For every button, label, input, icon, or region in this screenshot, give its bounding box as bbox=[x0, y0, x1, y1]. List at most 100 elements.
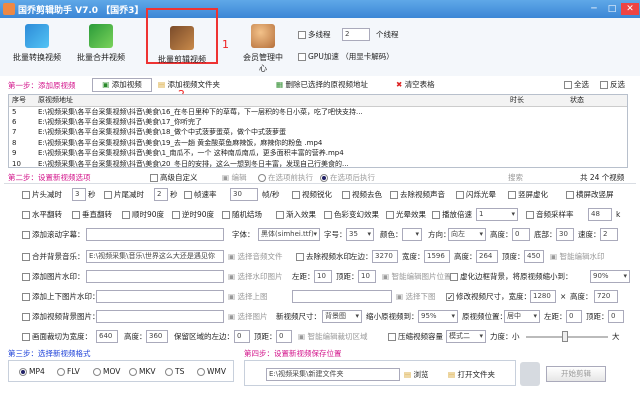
optimize-option[interactable]: 视频锐化 bbox=[292, 188, 332, 201]
format-wmv[interactable]: WMV bbox=[197, 365, 226, 378]
wm-top-input[interactable]: 450 bbox=[524, 250, 544, 263]
choose-bottom-img-button[interactable]: ▣ 选择下图 bbox=[396, 290, 435, 303]
flash-option[interactable]: 闪烁光晕 bbox=[456, 188, 496, 201]
flash-checkbox[interactable] bbox=[456, 191, 464, 199]
format-mov[interactable]: MOV bbox=[93, 365, 120, 378]
hflip-option[interactable]: 水平翻转 bbox=[22, 208, 62, 221]
hflip-checkbox[interactable] bbox=[22, 211, 30, 219]
exec-after-radio[interactable] bbox=[320, 174, 328, 182]
batch-convert-button[interactable]: 批量转换视频 bbox=[8, 22, 66, 74]
fade-option[interactable]: 渐入效果 bbox=[276, 208, 316, 221]
new-height-input[interactable]: 720 bbox=[594, 290, 618, 303]
halo-checkbox[interactable] bbox=[386, 211, 394, 219]
smart-wm-button[interactable]: ▣ 智能编辑水印 bbox=[550, 250, 604, 263]
crop-height-input[interactable]: 360 bbox=[146, 330, 168, 343]
bg-music-path[interactable]: E:\视频采集\音乐\世界这么大还是遇见你 bbox=[86, 250, 224, 263]
browse-button[interactable]: ▤ 浏览 bbox=[404, 368, 428, 381]
rot90-option[interactable]: 顺时90度 bbox=[122, 208, 164, 221]
smart-img-button[interactable]: ▣ 智能编辑图片位置 bbox=[382, 270, 451, 283]
font-select[interactable]: 黑体(simhei.ttf) bbox=[258, 228, 320, 241]
img-top-input[interactable]: 10 bbox=[358, 270, 376, 283]
choose-wm-img-button[interactable]: ▣ 选择水印图片 bbox=[228, 270, 282, 283]
cut-head-input[interactable]: 3 bbox=[72, 188, 86, 201]
new-width-input[interactable]: 1280 bbox=[530, 290, 556, 303]
start-edit-button[interactable]: 开始剪辑 bbox=[546, 366, 606, 382]
remove-audio-option[interactable]: 去除视频声音 bbox=[390, 188, 445, 201]
position-select[interactable]: 居中 bbox=[504, 310, 540, 323]
batch-merge-button[interactable]: 批量合并视频 bbox=[72, 22, 130, 74]
minimize-button[interactable]: ─ bbox=[585, 3, 603, 15]
remove-wm-option[interactable]: 去除视频水印 bbox=[296, 250, 351, 263]
bg-top-input[interactable]: 0 bbox=[608, 310, 624, 323]
virtual-scale-select[interactable]: 90% bbox=[590, 270, 630, 283]
bottom-img-path[interactable] bbox=[292, 290, 392, 303]
table-row[interactable]: 5 E:\视频采集\各平台采集视频\抖音\美食\16_在冬日里种下的草莓，下一层积… bbox=[9, 106, 627, 117]
crop-option[interactable]: 画面裁切为宽度： bbox=[22, 330, 92, 343]
topbottom-img-checkbox[interactable] bbox=[22, 293, 30, 301]
member-center-button[interactable]: 会员管理中心 bbox=[240, 22, 286, 74]
color-change-option[interactable]: 色彩变幻效果 bbox=[324, 208, 379, 221]
speed-select[interactable]: 1 bbox=[476, 208, 518, 221]
format-flv-radio[interactable] bbox=[57, 368, 65, 376]
vflip-checkbox[interactable] bbox=[72, 211, 80, 219]
exec-before-radio[interactable] bbox=[258, 174, 266, 182]
add-folder-button[interactable]: ▤ 添加视频文件夹 bbox=[158, 78, 220, 91]
img-wm-checkbox[interactable] bbox=[22, 273, 30, 281]
smart-crop-button[interactable]: ▣ 智能编辑裁切区域 bbox=[298, 330, 367, 343]
rot90-checkbox[interactable] bbox=[122, 211, 130, 219]
img-wm-path[interactable] bbox=[86, 270, 224, 283]
rot-ccw90-option[interactable]: 逆时90度 bbox=[172, 208, 214, 221]
landscape-option[interactable]: 横屏改竖屏 bbox=[566, 188, 614, 201]
choose-top-img-button[interactable]: ▣ 选择上图 bbox=[228, 290, 267, 303]
invert-selection-button[interactable]: 反选 bbox=[600, 78, 625, 91]
scroll-sub-option[interactable]: 添加滚动字幕： bbox=[22, 228, 85, 241]
format-ts-radio[interactable] bbox=[165, 368, 173, 376]
format-mp4[interactable]: MP4 bbox=[19, 365, 45, 378]
gpu-option[interactable]: GPU加速 （用显卡解码） bbox=[298, 50, 394, 63]
keep-left-input[interactable]: 0 bbox=[234, 330, 250, 343]
crop-checkbox[interactable] bbox=[22, 333, 30, 341]
bg-left-input[interactable]: 0 bbox=[566, 310, 582, 323]
color-select[interactable] bbox=[402, 228, 422, 241]
advanced-checkbox[interactable] bbox=[150, 174, 158, 182]
audio-rate-input[interactable]: 48 bbox=[588, 208, 612, 221]
speed-checkbox[interactable] bbox=[432, 211, 440, 219]
wm-width-input[interactable]: 1596 bbox=[424, 250, 450, 263]
sub-height-input[interactable]: 0 bbox=[512, 228, 530, 241]
compress-mode-select[interactable]: 模式二 bbox=[446, 330, 486, 343]
img-left-input[interactable]: 10 bbox=[314, 270, 332, 283]
optimize-checkbox[interactable] bbox=[292, 191, 300, 199]
bg-img-checkbox[interactable] bbox=[22, 313, 30, 321]
decolor-checkbox[interactable] bbox=[342, 191, 350, 199]
multithread-checkbox[interactable] bbox=[298, 31, 306, 39]
top-img-path[interactable] bbox=[96, 290, 224, 303]
wm-left-input[interactable]: 3270 bbox=[372, 250, 398, 263]
close-button[interactable]: ✕ bbox=[621, 3, 639, 15]
cut-tail-option[interactable]: 片尾减时 bbox=[104, 188, 144, 201]
direction-select[interactable]: 向左 bbox=[448, 228, 486, 241]
compress-checkbox[interactable] bbox=[388, 333, 396, 341]
add-video-button[interactable]: ▣ 添加视频 bbox=[92, 78, 152, 92]
format-mkv[interactable]: MKV bbox=[129, 365, 156, 378]
vertical-blur-option[interactable]: 竖屏虚化 bbox=[508, 188, 548, 201]
virtual-bg-option[interactable]: 虚化边框背景，将原视频缩小到： bbox=[450, 270, 573, 283]
scroll-sub-input[interactable] bbox=[86, 228, 224, 241]
vertical-blur-checkbox[interactable] bbox=[508, 191, 516, 199]
select-all-button[interactable]: 全选 bbox=[564, 78, 589, 91]
table-row[interactable]: 10 E:\视频采集\各平台采集视频\抖音\美食\20_冬日的安排，这么一想到冬日… bbox=[9, 159, 627, 167]
video-table[interactable]: 序号 原视频地址 时长 状态 5 E:\视频采集\各平台采集视频\抖音\美食\16… bbox=[8, 94, 628, 168]
table-row[interactable]: 8 E:\视频采集\各平台采集视频\抖音\美食\19_去一趟 黄金酸菜鱼麻辣饭，麻… bbox=[9, 138, 627, 149]
table-row[interactable]: 7 E:\视频采集\各平台采集视频\抖音\美食\18_做个中式菠萝蛋菜，做个中式菠… bbox=[9, 127, 627, 138]
bg-img-option[interactable]: 添加视频背景图片： bbox=[22, 310, 100, 323]
speed-option[interactable]: 播放倍速 bbox=[432, 208, 472, 221]
scroll-sub-checkbox[interactable] bbox=[22, 231, 30, 239]
remove-wm-checkbox[interactable] bbox=[296, 253, 304, 261]
format-flv[interactable]: FLV bbox=[57, 365, 80, 378]
clear-table-button[interactable]: ✖ 清空表格 bbox=[396, 78, 435, 91]
bg-img-path[interactable] bbox=[96, 310, 224, 323]
cut-head-option[interactable]: 片头减时 bbox=[22, 188, 62, 201]
crop-width-input[interactable]: 640 bbox=[96, 330, 118, 343]
vflip-option[interactable]: 垂直翻转 bbox=[72, 208, 112, 221]
frame-rate-input[interactable]: 30 bbox=[230, 188, 258, 201]
delete-selected-button[interactable]: ▦ 删除已选择的原视频地址 bbox=[276, 78, 368, 91]
